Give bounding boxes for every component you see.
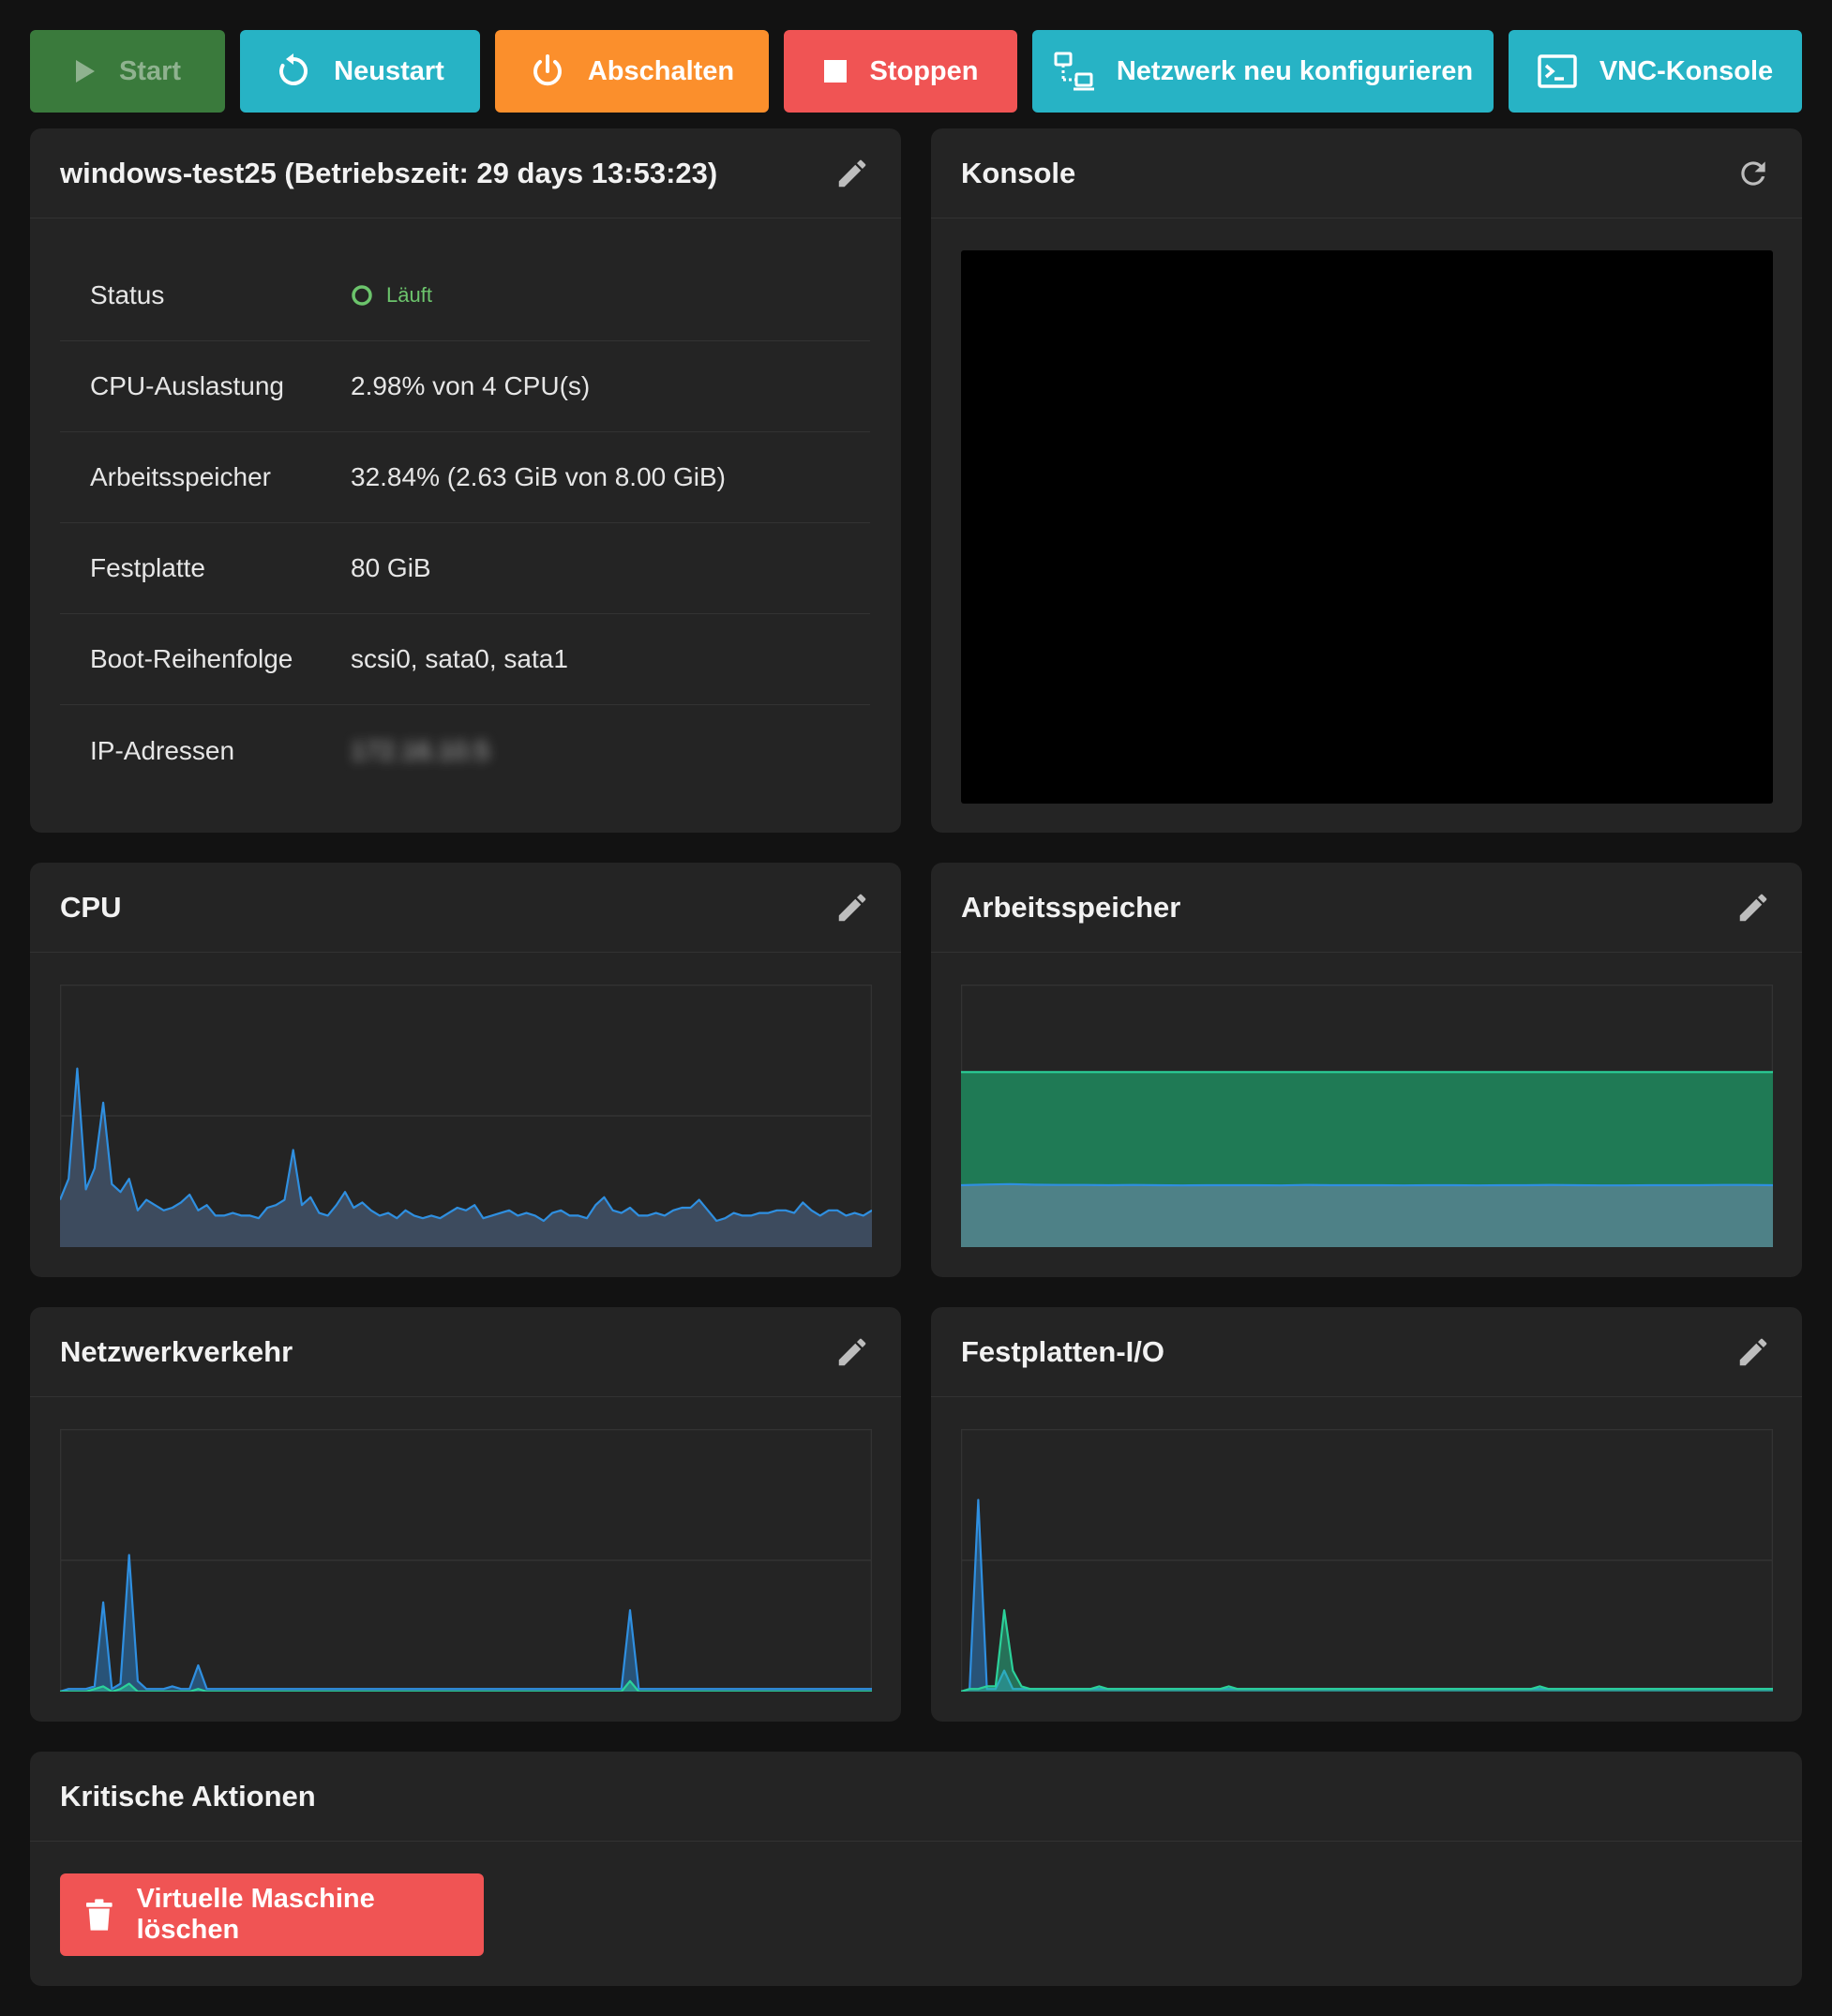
console-card: Konsole — [931, 128, 1802, 833]
status-text: Läuft — [386, 283, 432, 307]
pencil-icon — [1739, 894, 1767, 921]
info-row-ip: IP-Adressen 172.16.10.5 — [60, 705, 870, 796]
status-ring-icon — [352, 285, 372, 306]
console-title: Konsole — [961, 156, 1076, 189]
play-icon — [75, 60, 95, 83]
network-chart-card: Netzwerkverkehr — [30, 1307, 901, 1722]
info-row-boot-order: Boot-Reihenfolge scsi0, sata0, sata1 — [60, 614, 870, 705]
memory-label: Arbeitsspeicher — [90, 462, 271, 491]
refresh-console-button[interactable] — [1734, 155, 1772, 192]
stop-button-label: Stoppen — [869, 55, 979, 86]
memory-chart-card: Arbeitsspeicher — [931, 863, 1802, 1277]
series-0-line — [60, 1067, 872, 1223]
edit-cpu-button[interactable] — [833, 889, 871, 926]
vm-info-table: Status Läuft CPU-Auslastung 2.98% von 4 … — [60, 250, 870, 796]
start-button[interactable]: Start — [30, 30, 225, 113]
pencil-icon — [838, 1338, 866, 1365]
edit-vm-button[interactable] — [833, 155, 871, 192]
series-0-area — [60, 1555, 872, 1692]
disk-label: Festplatte — [90, 553, 205, 582]
series-0-line — [60, 1554, 872, 1692]
series-1-line — [961, 1609, 1773, 1692]
memory-chart-svg — [961, 985, 1773, 1247]
cpu-usage-label: CPU-Auslastung — [90, 371, 284, 400]
network-chart-header: Netzwerkverkehr — [30, 1307, 901, 1397]
pencil-icon — [1739, 1338, 1767, 1365]
vnc-console-button-label: VNC-Konsole — [1599, 55, 1774, 86]
disk-io-chart-header: Festplatten-I/O — [931, 1307, 1802, 1397]
critical-actions-header: Kritische Aktionen — [30, 1752, 1802, 1842]
disk-io-chart-card: Festplatten-I/O — [931, 1307, 1802, 1722]
series-0-area — [961, 1499, 1773, 1692]
cpu-chart-title: CPU — [60, 890, 122, 924]
vm-info-card: windows-test25 (Betriebszeit: 29 days 13… — [30, 128, 901, 833]
info-row-cpu: CPU-Auslastung 2.98% von 4 CPU(s) — [60, 341, 870, 432]
delete-vm-button[interactable]: Virtuelle Maschine löschen — [60, 1873, 484, 1956]
edit-network-button[interactable] — [833, 1333, 871, 1371]
vm-title: windows-test25 (Betriebszeit: 29 days 13… — [60, 156, 718, 189]
action-toolbar: Start Neustart Abschalten Stoppen Netzwe… — [30, 30, 1802, 113]
status-label: Status — [90, 280, 165, 309]
edit-memory-button[interactable] — [1734, 889, 1772, 926]
start-button-label: Start — [118, 55, 182, 86]
network-reconfigure-button[interactable]: Netzwerk neu konfigurieren — [1032, 30, 1494, 113]
boot-order-label: Boot-Reihenfolge — [90, 644, 293, 673]
memory-chart-title: Arbeitsspeicher — [961, 890, 1181, 924]
vnc-console-button[interactable]: VNC-Konsole — [1509, 30, 1802, 113]
series-0-area — [60, 1068, 872, 1247]
power-icon — [533, 54, 562, 86]
trash-icon — [86, 1899, 113, 1931]
disk-io-chart-svg — [961, 1429, 1773, 1692]
boot-order-value: scsi0, sata0, sata1 — [351, 644, 568, 673]
network-chart-svg — [60, 1429, 872, 1692]
status-value: Läuft — [351, 283, 432, 308]
ip-value: 172.16.10.5 — [351, 735, 489, 765]
series-0-line — [961, 1498, 1773, 1692]
restart-button-label: Neustart — [334, 55, 444, 86]
series-1-area — [961, 1610, 1773, 1692]
console-header: Konsole — [931, 128, 1802, 218]
cpu-usage-value: 2.98% von 4 CPU(s) — [351, 371, 591, 400]
restart-icon — [279, 53, 308, 85]
info-row-status: Status Läuft — [60, 250, 870, 341]
network-chart-title: Netzwerkverkehr — [60, 1334, 293, 1368]
disk-io-chart-title: Festplatten-I/O — [961, 1334, 1165, 1368]
stop-icon — [823, 60, 847, 83]
memory-value: 32.84% (2.63 GiB von 8.00 GiB) — [351, 462, 726, 491]
memory-chart-header: Arbeitsspeicher — [931, 863, 1802, 953]
info-row-disk: Festplatte 80 GiB — [60, 523, 870, 614]
pencil-icon — [838, 894, 866, 921]
ip-label: IP-Adressen — [90, 735, 235, 765]
network-icon — [1054, 52, 1094, 91]
disk-io-chart — [961, 1429, 1773, 1692]
edit-disk-io-button[interactable] — [1734, 1333, 1772, 1371]
restart-button[interactable]: Neustart — [240, 30, 480, 113]
disk-value: 80 GiB — [351, 553, 431, 582]
pencil-icon — [838, 159, 866, 187]
stop-button[interactable]: Stoppen — [784, 30, 1017, 113]
refresh-icon — [1741, 160, 1765, 186]
terminal-icon — [1538, 54, 1577, 88]
console-screen[interactable] — [961, 250, 1773, 804]
memory-chart — [961, 985, 1773, 1247]
critical-actions-card: Kritische Aktionen Virtuelle Maschine lö… — [30, 1752, 1802, 1986]
cpu-chart-header: CPU — [30, 863, 901, 953]
series-0-line — [961, 1182, 1773, 1187]
network-reconfigure-button-label: Netzwerk neu konfigurieren — [1116, 55, 1474, 86]
delete-vm-button-label: Virtuelle Maschine löschen — [136, 1884, 375, 1945]
vm-info-header: windows-test25 (Betriebszeit: 29 days 13… — [30, 128, 901, 218]
series-0-area — [961, 1183, 1773, 1247]
shutdown-button-label: Abschalten — [587, 55, 735, 86]
cpu-chart-svg — [60, 985, 872, 1247]
cpu-chart-card: CPU — [30, 863, 901, 1277]
shutdown-button[interactable]: Abschalten — [495, 30, 769, 113]
info-row-memory: Arbeitsspeicher 32.84% (2.63 GiB von 8.0… — [60, 432, 870, 523]
critical-actions-title: Kritische Aktionen — [60, 1779, 316, 1813]
network-chart — [60, 1429, 872, 1692]
cpu-chart — [60, 985, 872, 1247]
